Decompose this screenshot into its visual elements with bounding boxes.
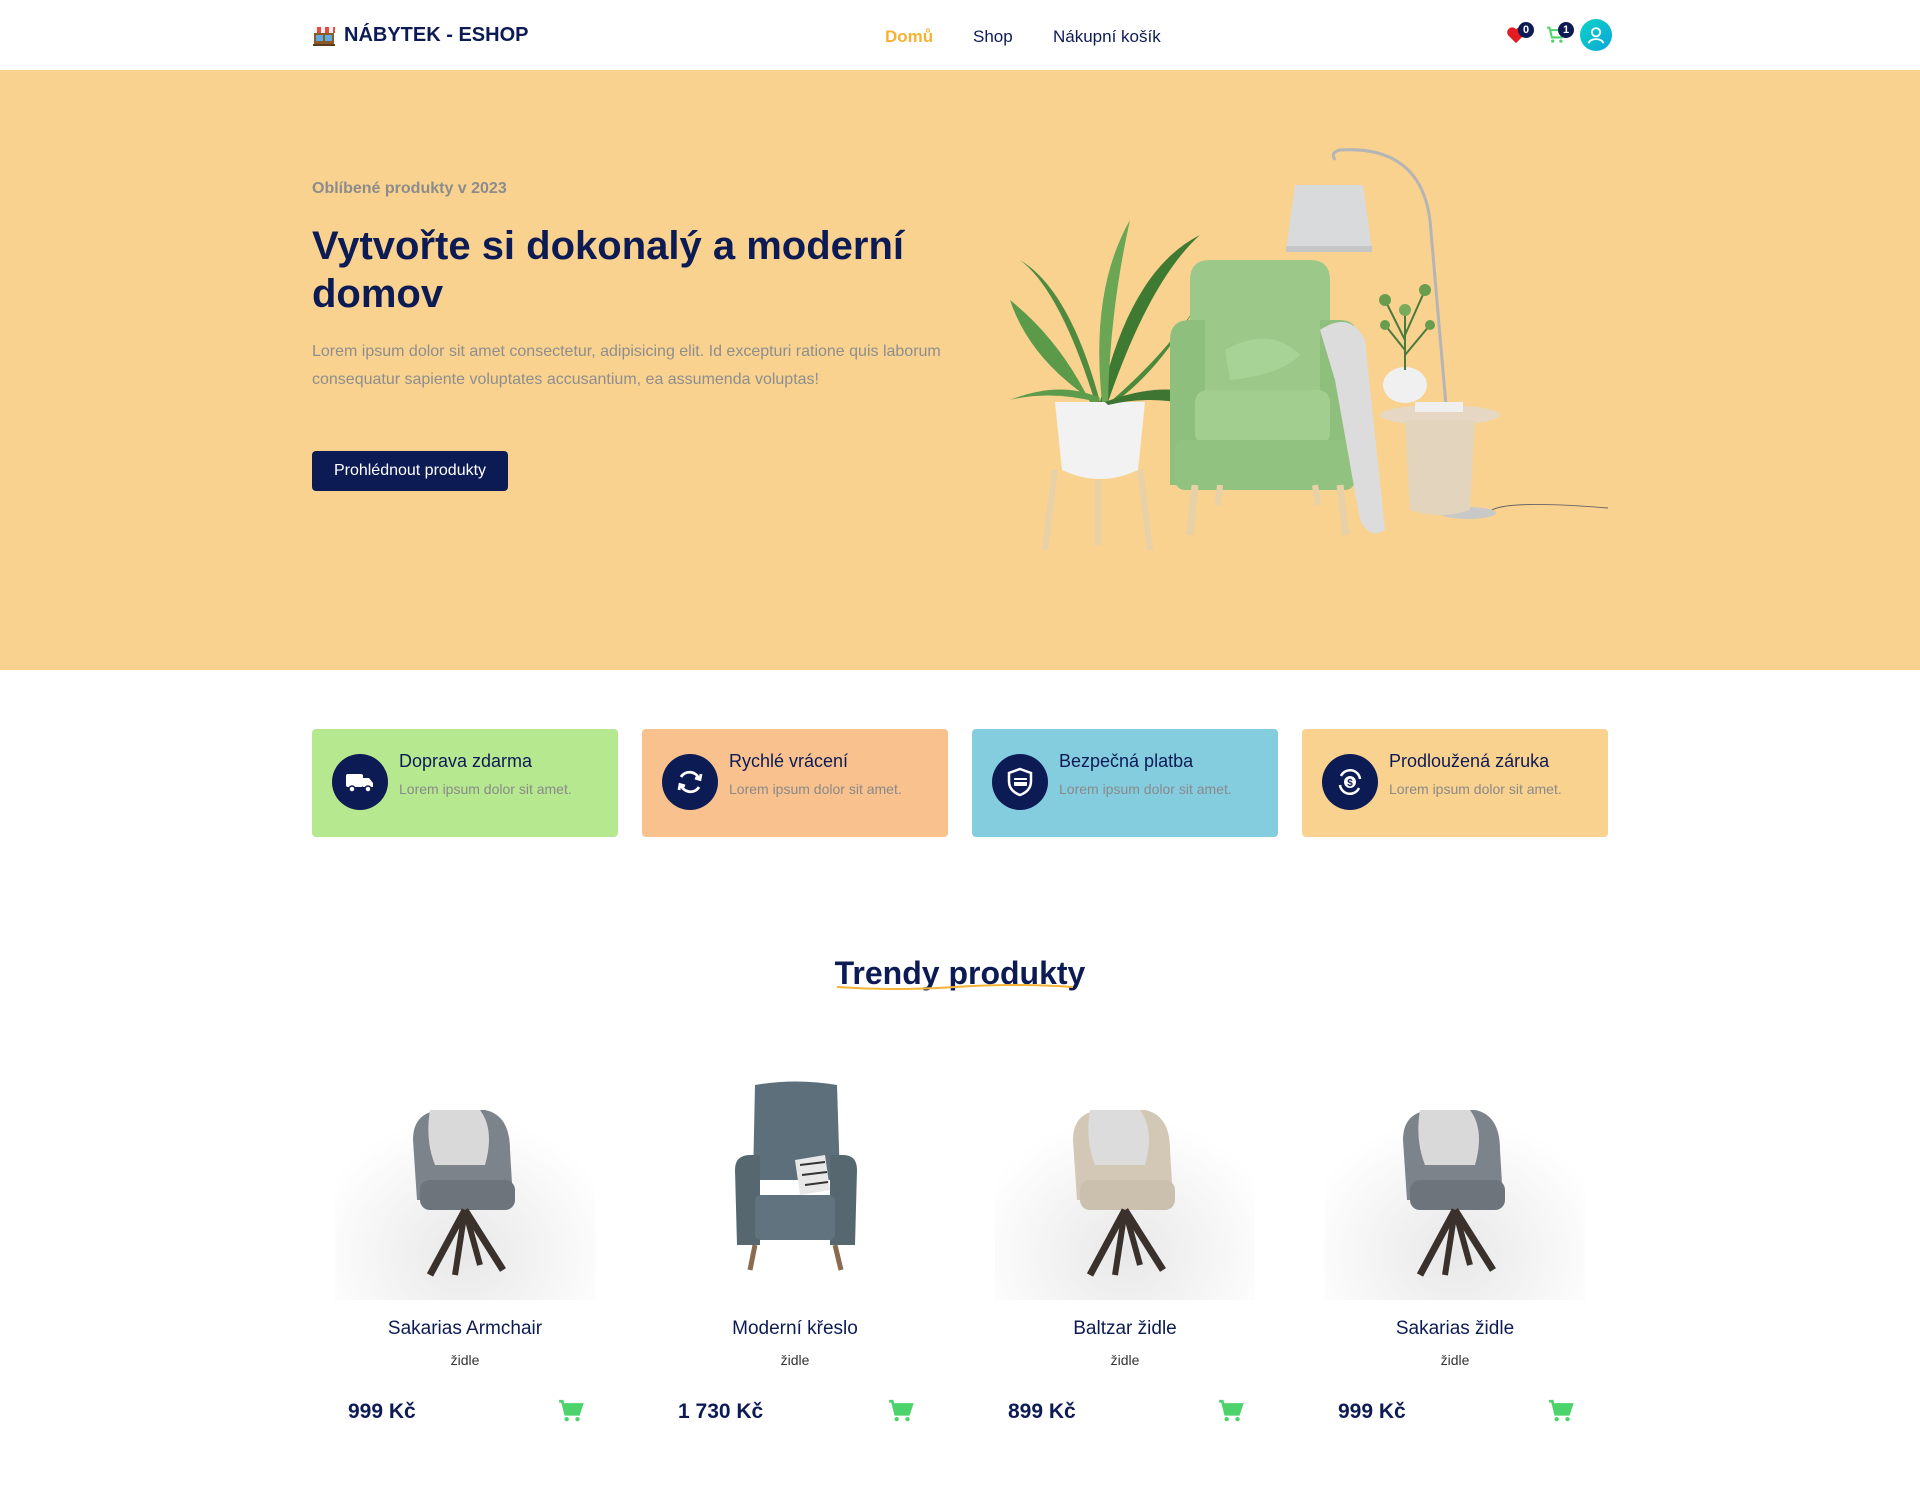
feature-card-payment: Bezpečná platba Lorem ipsum dolor sit am… xyxy=(972,729,1278,837)
product-image xyxy=(1325,1070,1585,1300)
feature-card-returns: Rychlé vrácení Lorem ipsum dolor sit ame… xyxy=(642,729,948,837)
wishlist-button[interactable]: 0 xyxy=(1496,18,1536,52)
product-name: Sakarias židle xyxy=(1395,1318,1515,1339)
hero-section: Oblíbené produkty v 2023 Vytvořte si dok… xyxy=(0,70,1920,670)
product-card[interactable]: Baltzar židle židle 899 Kč xyxy=(972,1060,1278,1440)
product-grid: Sakarias Armchair židle 999 Kč Moderní k… xyxy=(312,1060,1608,1440)
product-image xyxy=(335,1070,595,1300)
product-price: 1 730 Kč xyxy=(678,1400,764,1423)
product-price: 999 Kč xyxy=(348,1400,416,1423)
feature-description: Lorem ipsum dolor sit amet. xyxy=(1389,781,1562,797)
nav-shop-link[interactable]: Shop xyxy=(973,27,1053,47)
hero-title: Vytvořte si dokonalý a moderní domov xyxy=(312,224,905,316)
brand-logo[interactable]: NÁBYTEK - ESHOP xyxy=(312,24,528,47)
feature-card-warranty: $ Prodloužená záruka Lorem ipsum dolor s… xyxy=(1302,729,1608,837)
add-to-cart-icon[interactable] xyxy=(1218,1398,1244,1424)
warranty-icon: $ xyxy=(1338,769,1362,795)
product-category: židle xyxy=(1440,1352,1470,1368)
svg-text:$: $ xyxy=(1347,778,1353,789)
product-name: Moderní křeslo xyxy=(732,1318,858,1339)
header-icons: 0 1 xyxy=(1496,18,1612,52)
nav-home-link[interactable]: Domů xyxy=(885,27,973,47)
cart-button[interactable]: 1 xyxy=(1536,18,1576,52)
product-category: židle xyxy=(780,1352,810,1368)
hero-furniture-image xyxy=(1010,148,1609,551)
product-price: 999 Kč xyxy=(1338,1400,1406,1423)
shop-icon xyxy=(313,26,335,46)
user-avatar[interactable] xyxy=(1580,19,1612,51)
product-price: 899 Kč xyxy=(1008,1400,1076,1423)
product-card[interactable]: Sakarias Armchair židle 999 Kč xyxy=(312,1060,618,1440)
features-row: Doprava zdarma Lorem ipsum dolor sit ame… xyxy=(312,729,1608,837)
feature-icon-circle xyxy=(332,754,388,810)
navbar: NÁBYTEK - ESHOP Domů Shop Nákupní košík … xyxy=(0,0,1920,70)
wishlist-count-badge: 0 xyxy=(1518,22,1534,38)
product-image xyxy=(665,1070,925,1300)
user-icon xyxy=(1587,27,1605,44)
product-name: Baltzar židle xyxy=(1073,1318,1177,1339)
product-card[interactable]: Sakarias židle židle 999 Kč xyxy=(1302,1060,1608,1440)
add-to-cart-icon[interactable] xyxy=(888,1398,914,1424)
hero-description: Lorem ipsum dolor sit amet consectetur, … xyxy=(312,343,941,388)
product-category: židle xyxy=(450,1352,480,1368)
truck-icon xyxy=(346,774,373,793)
hero-subtitle: Oblíbené produkty v 2023 xyxy=(312,180,507,197)
product-category: židle xyxy=(1110,1352,1140,1368)
add-to-cart-icon[interactable] xyxy=(1548,1398,1574,1424)
add-to-cart-icon[interactable] xyxy=(558,1398,584,1424)
refresh-icon xyxy=(677,770,703,794)
feature-title: Bezpečná platba xyxy=(1059,751,1194,771)
feature-title: Rychlé vrácení xyxy=(729,751,849,771)
title-underline xyxy=(836,984,1073,990)
feature-description: Lorem ipsum dolor sit amet. xyxy=(399,781,572,797)
browse-products-button[interactable]: Prohlédnout produkty xyxy=(312,451,508,491)
feature-title: Doprava zdarma xyxy=(399,751,533,771)
product-name: Sakarias Armchair xyxy=(387,1318,543,1339)
feature-icon-circle xyxy=(662,754,718,810)
feature-title: Prodloužená záruka xyxy=(1389,751,1550,771)
feature-icon-circle xyxy=(992,754,1048,810)
feature-description: Lorem ipsum dolor sit amet. xyxy=(729,781,902,797)
cart-count-badge: 1 xyxy=(1558,22,1574,38)
product-image xyxy=(995,1070,1255,1300)
section-title: Trendy produkty xyxy=(0,955,1920,992)
nav-cart-link[interactable]: Nákupní košík xyxy=(1053,27,1161,47)
secure-payment-icon xyxy=(1007,767,1033,797)
product-card[interactable]: Moderní křeslo židle 1 730 Kč xyxy=(642,1060,948,1440)
feature-description: Lorem ipsum dolor sit amet. xyxy=(1059,781,1232,797)
main-nav: Domů Shop Nákupní košík xyxy=(885,27,1161,47)
feature-card-shipping: Doprava zdarma Lorem ipsum dolor sit ame… xyxy=(312,729,618,837)
brand-name: NÁBYTEK - ESHOP xyxy=(344,24,529,46)
feature-icon-circle: $ xyxy=(1322,754,1378,810)
